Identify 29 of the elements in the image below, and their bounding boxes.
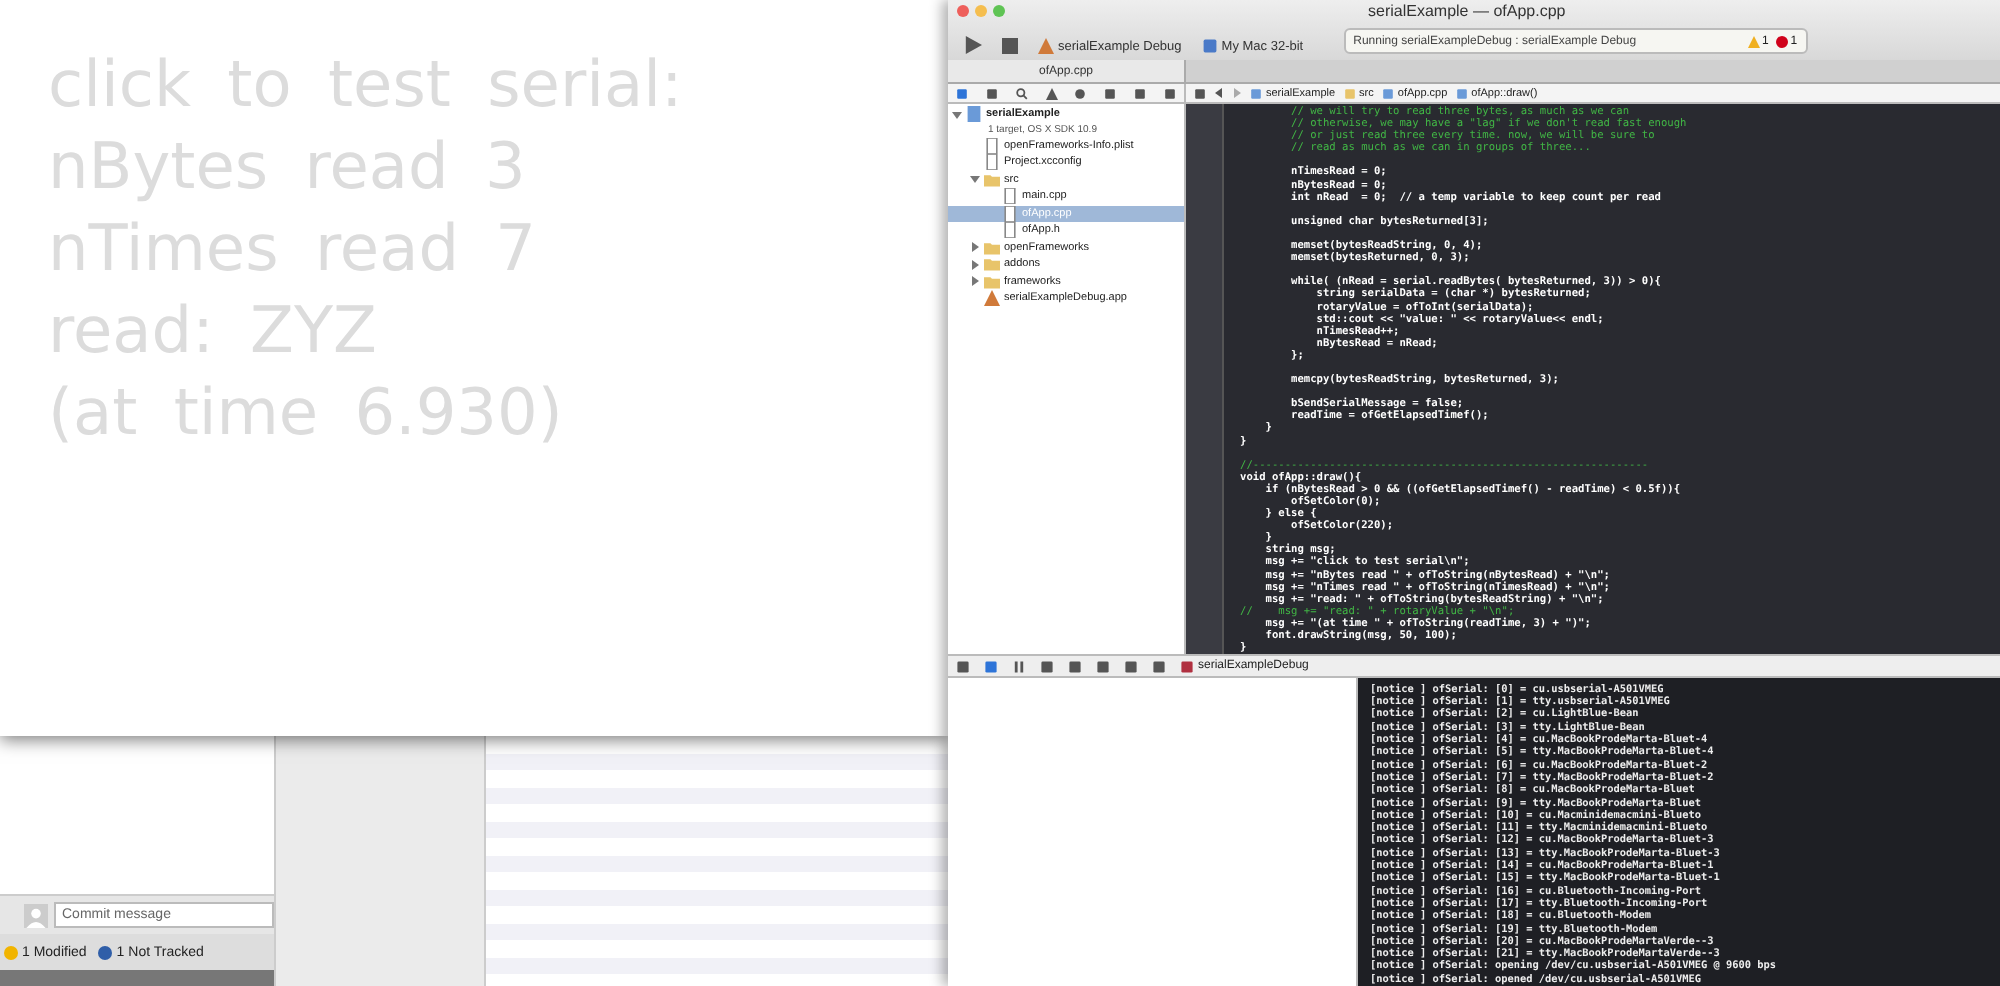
search-icon <box>1015 87 1028 99</box>
window-title: serialExample — ofApp.cpp <box>1368 2 1566 20</box>
back-icon <box>1214 88 1224 98</box>
app-icon <box>984 290 1000 307</box>
folder-icon <box>984 171 1000 188</box>
gear-icon <box>1074 87 1087 99</box>
status-icon <box>4 945 18 959</box>
disclosure-icon[interactable] <box>970 174 980 185</box>
disclosure-icon[interactable] <box>970 259 980 270</box>
run-button[interactable] <box>964 36 982 54</box>
app-icon <box>1180 659 1194 674</box>
avatar-icon <box>24 903 48 927</box>
disclosure-icon[interactable] <box>952 109 962 120</box>
app-icon <box>1038 38 1054 54</box>
forward-icon <box>1232 88 1242 98</box>
pause-icon <box>1012 659 1026 674</box>
disclosure-icon[interactable] <box>970 276 980 287</box>
project-icon <box>966 106 982 123</box>
window-controls-icon[interactable] <box>956 4 1008 18</box>
folder-icon <box>1343 87 1356 99</box>
code-editor[interactable] <box>1186 104 2000 655</box>
status-icon <box>98 945 113 959</box>
disclosure-icon[interactable] <box>970 242 980 253</box>
file-icon <box>1381 87 1394 99</box>
breakpoint-icon <box>984 659 998 674</box>
monitor-icon <box>1201 38 1218 54</box>
file-icon <box>1250 87 1262 99</box>
file-icon <box>1455 87 1468 99</box>
folder-icon <box>956 87 969 99</box>
